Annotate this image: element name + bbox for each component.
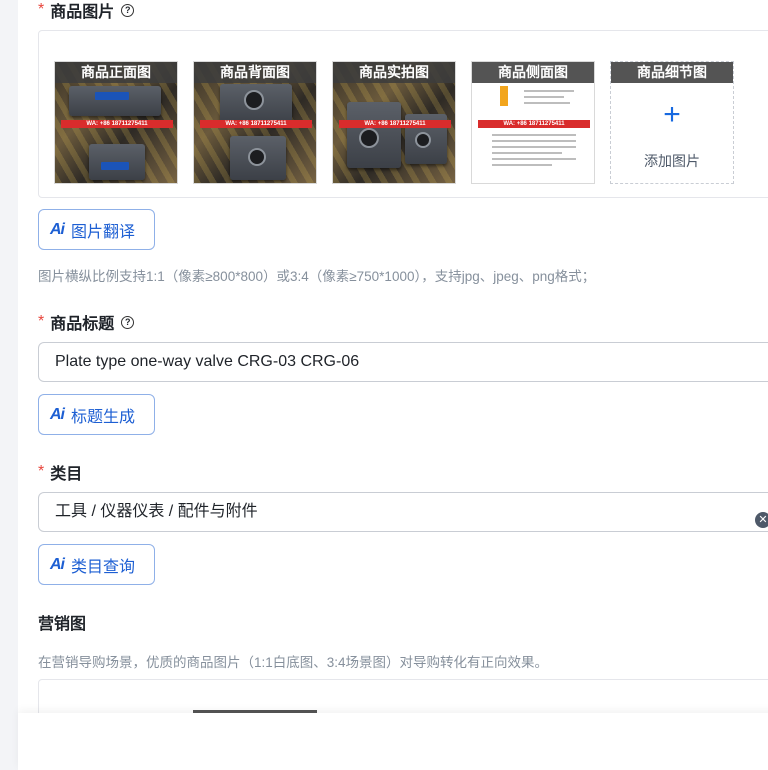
add-image-tile[interactable]: 商品细节图 + 添加图片 <box>610 61 734 184</box>
ai-category-query-button[interactable]: Ai 类目查询 <box>38 544 155 585</box>
required-mark: * <box>38 1 45 18</box>
image-tile-front[interactable]: 商品正面图 WA: +86 18711275411 <box>54 61 178 184</box>
bottom-action-bar <box>18 713 768 770</box>
image-watermark: WA: +86 18711275411 <box>478 120 590 128</box>
clear-circle-icon[interactable]: ✕ <box>755 512 768 528</box>
plus-icon: + <box>663 98 681 131</box>
product-title-label: 商品标题 <box>50 316 115 333</box>
marketing-image-hint: 在营销导购场景，优质的商品图片（1:1白底图、3:4场景图）对导购转化有正向效果… <box>38 655 549 670</box>
question-circle-icon[interactable]: ? <box>121 315 135 329</box>
question-circle-icon[interactable]: ? <box>121 3 135 17</box>
required-mark: * <box>38 463 45 480</box>
category-label: 类目 <box>50 466 83 483</box>
ai-icon: Ai <box>50 220 65 238</box>
required-mark: * <box>38 313 45 330</box>
product-images-label-row: * 商品图片 ? <box>38 0 135 22</box>
ai-image-translate-button[interactable]: Ai 图片翻译 <box>38 209 155 250</box>
marketing-image-label-row: 营销图 <box>38 610 86 634</box>
image-watermark: WA: +86 18711275411 <box>339 120 451 128</box>
ai-image-translate-label: 图片翻译 <box>71 223 136 241</box>
image-watermark: WA: +86 18711275411 <box>61 120 173 128</box>
image-tile-caption: 商品正面图 <box>55 62 177 83</box>
image-tile-real[interactable]: 商品实拍图 WA: +86 18711275411 <box>332 61 456 184</box>
product-images-box: 商品正面图 WA: +86 18711275411 商品背面图 WA: +86 … <box>38 30 768 198</box>
marketing-image-label: 营销图 <box>38 616 87 633</box>
image-tile-back[interactable]: 商品背面图 WA: +86 18711275411 <box>193 61 317 184</box>
ai-icon: Ai <box>50 555 65 573</box>
product-title-input[interactable]: Plate type one-way valve CRG-03 CRG-06 <box>38 342 768 382</box>
ai-title-generate-button[interactable]: Ai 标题生成 <box>38 394 155 435</box>
ai-title-generate-label: 标题生成 <box>71 408 136 426</box>
ai-icon: Ai <box>50 405 65 423</box>
product-title-label-row: * 商品标题 ? <box>38 310 135 334</box>
image-watermark: WA: +86 18711275411 <box>200 120 312 128</box>
image-requirements-hint: 图片横纵比例支持1:1（像素≥800*800）或3:4（像素≥750*1000）… <box>38 269 596 284</box>
image-tile-caption: 商品细节图 <box>611 62 733 83</box>
ai-category-query-label: 类目查询 <box>71 558 136 576</box>
product-form-panel: * 商品图片 ? 商品正面图 WA: +86 18711275411 商品背面图 <box>18 0 768 713</box>
image-tile-caption: 商品实拍图 <box>333 62 455 83</box>
image-tile-caption: 商品背面图 <box>194 62 316 83</box>
image-tile-side[interactable]: 商品侧面图 WA: +86 18711275411 <box>471 61 595 184</box>
product-images-label: 商品图片 <box>50 4 115 21</box>
marketing-images-box <box>38 679 768 713</box>
category-label-row: * 类目 <box>38 460 82 484</box>
category-select[interactable]: 工具 / 仪器仪表 / 配件与附件 <box>38 492 768 532</box>
image-tile-caption: 商品侧面图 <box>472 62 594 83</box>
add-image-label: 添加图片 <box>644 153 700 169</box>
